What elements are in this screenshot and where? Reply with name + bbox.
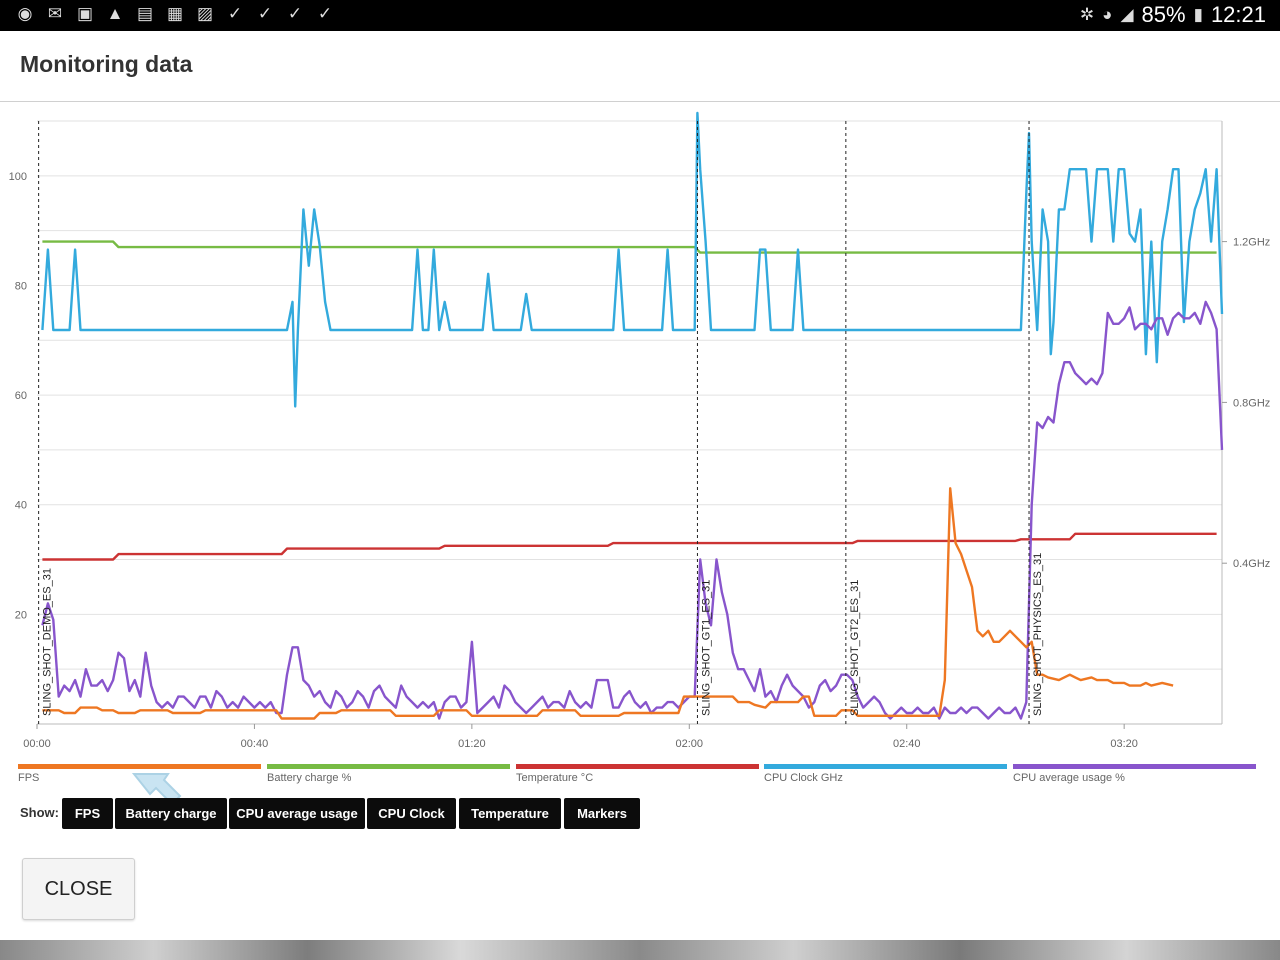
signal-icon: ◢: [1120, 5, 1134, 24]
legend-label: CPU average usage %: [1013, 772, 1125, 784]
x-tick-label: 00:00: [23, 738, 51, 750]
monitoring-chart: 20 40 60 80 100 0.4GHz 0.8GHz 1.2GHz 00:00 00:40 0…: [9, 111, 1270, 750]
toggle-cpu-average-usage[interactable]: CPU average usage: [229, 798, 365, 829]
marker-label: SLING_SHOT_PHYSICS_ES_31: [1032, 553, 1044, 716]
task-icon: ✓: [257, 4, 273, 23]
toggle-temperature[interactable]: Temperature: [459, 798, 561, 829]
legend-swatch: [516, 764, 759, 769]
x-tick-label: 03:20: [1110, 738, 1138, 750]
hangouts-icon: ◉: [17, 4, 33, 23]
y-right-tick-label: 0.8GHz: [1233, 397, 1270, 409]
y-right-tick-label: 0.4GHz: [1233, 558, 1270, 570]
legend-swatch: [267, 764, 510, 769]
monitoring-dialog: Monitoring data 20 40 60 80 100 0.4GHz 0.8GHz 1…: [0, 31, 1280, 940]
shopping-bag-icon: ▨: [196, 4, 214, 23]
app-icon: ▲: [106, 4, 124, 23]
legend-label: CPU Clock GHz: [764, 772, 843, 784]
task-icon: ✓: [287, 4, 303, 23]
toggle-markers[interactable]: Markers: [564, 798, 640, 829]
legend-cpu-clock: CPU Clock GHz: [764, 764, 1007, 784]
y-right-tick-label: 1.2GHz: [1233, 237, 1270, 249]
y-tick-label: 40: [15, 500, 27, 512]
y-tick-label: 80: [15, 280, 27, 292]
status-bar: ◉ ✉ ▣ ▲ ▤ ▦ ▨ ✓ ✓ ✓ ✓ ✲ ◕ ◢ 85% ▮ 12:21: [0, 0, 1280, 31]
gmail-icon: ✉: [47, 4, 63, 23]
series-line: [41, 300, 1224, 720]
close-button[interactable]: CLOSE: [22, 858, 135, 920]
y-tick-label: 20: [15, 609, 27, 621]
legend-label: Battery charge %: [267, 772, 352, 784]
show-label: Show:: [20, 805, 59, 820]
y-tick-label: 60: [15, 390, 27, 402]
game-icon: ▦: [166, 4, 184, 23]
x-tick-label: 01:20: [458, 738, 486, 750]
task-icon: ✓: [317, 4, 333, 23]
series-line: [41, 111, 1224, 408]
battery-percentage: 85%: [1141, 2, 1186, 27]
toggle-cpu-clock[interactable]: CPU Clock: [367, 798, 456, 829]
x-tick-label: 02:40: [893, 738, 921, 750]
notification-icons: ◉ ✉ ▣ ▲ ▤ ▦ ▨ ✓ ✓ ✓ ✓: [14, 4, 336, 24]
clock: 12:21: [1210, 2, 1266, 27]
marker-label: SLING_SHOT_GT1_ES_31: [700, 580, 712, 716]
marker-label: SLING_SHOT_DEMO_ES_31: [42, 568, 54, 716]
news-icon: ▤: [136, 4, 154, 23]
battery-icon: ▮: [1193, 5, 1203, 24]
toggle-fps[interactable]: FPS: [62, 798, 113, 829]
wifi-icon: ◕: [1102, 5, 1113, 24]
marker-label: SLING_SHOT_GT2_ES_31: [849, 580, 861, 716]
x-tick-label: 00:40: [241, 738, 269, 750]
legend-temperature: Temperature °C: [516, 764, 759, 784]
y-tick-label: 100: [9, 171, 27, 183]
background-image-strip: [0, 940, 1280, 960]
gallery-icon: ▣: [76, 4, 94, 23]
x-tick-label: 02:00: [676, 738, 704, 750]
legend-label: Temperature °C: [516, 772, 594, 784]
legend-swatch: [764, 764, 1007, 769]
legend-cpu-usage: CPU average usage %: [1013, 764, 1256, 784]
legend-battery-charge: Battery charge %: [267, 764, 510, 784]
bluetooth-icon: ✲: [1079, 5, 1095, 24]
task-icon: ✓: [227, 4, 243, 23]
toggle-battery-charge[interactable]: Battery charge: [115, 798, 227, 829]
legend-swatch: [1013, 764, 1256, 769]
